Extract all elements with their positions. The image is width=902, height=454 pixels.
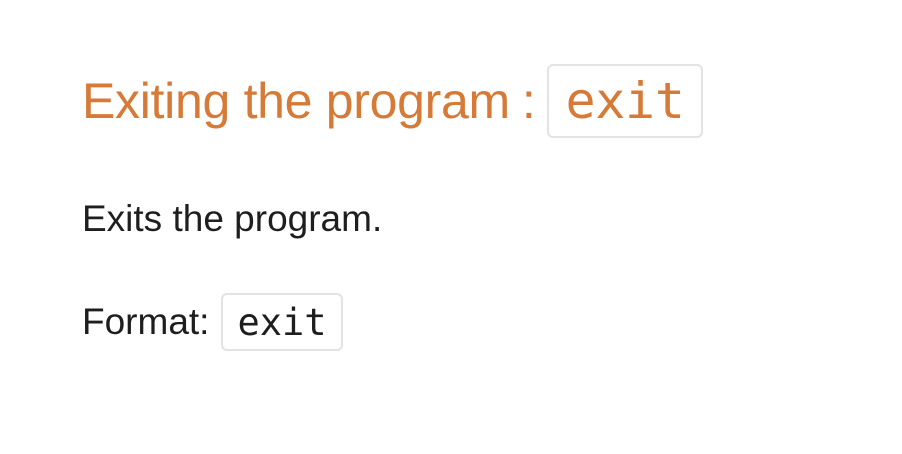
format-line: Format: exit xyxy=(82,293,343,351)
section-description: Exits the program. xyxy=(82,198,383,239)
format-code: exit xyxy=(221,293,343,351)
section-heading-text: Exiting the program xyxy=(82,73,510,129)
section-heading-code: exit xyxy=(547,64,703,138)
section-heading-separator: : xyxy=(521,73,536,129)
section-heading: Exiting the program : exit xyxy=(82,64,703,138)
doc-section: Exiting the program : exit Exits the pro… xyxy=(82,64,703,351)
format-label: Format: xyxy=(82,301,210,342)
